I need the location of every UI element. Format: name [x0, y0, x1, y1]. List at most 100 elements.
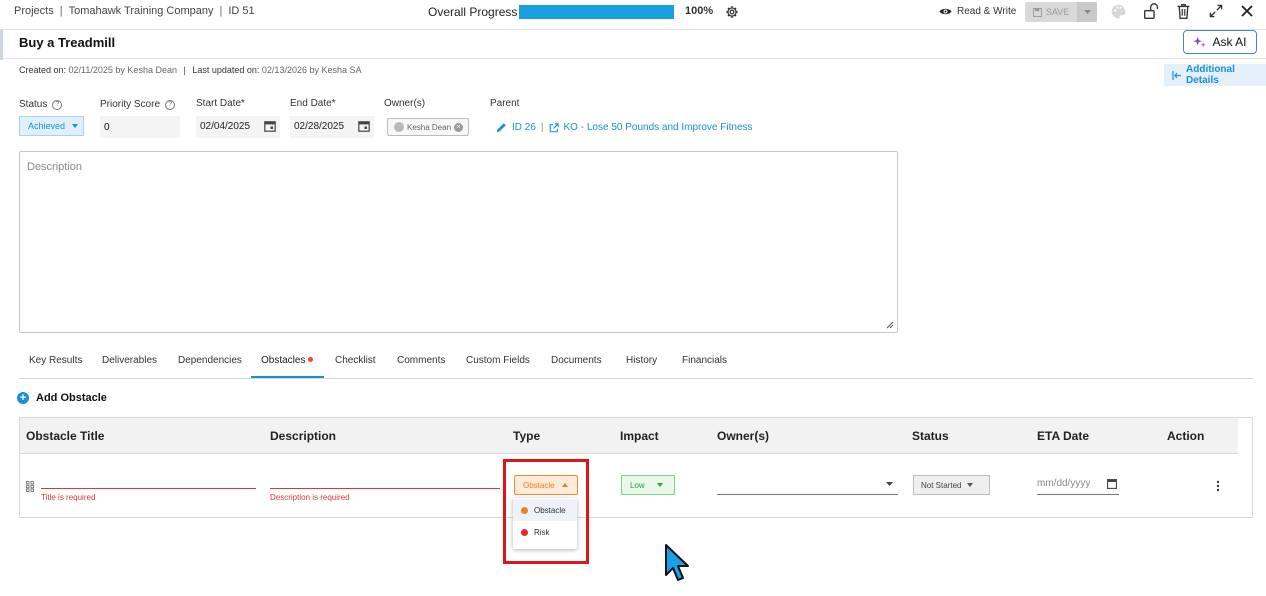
expand-icon[interactable] [1208, 3, 1224, 19]
tab-dependencies[interactable]: Dependencies [178, 355, 242, 366]
status-label: Status? [19, 99, 63, 110]
obstacle-status-select[interactable]: Not Started [913, 475, 990, 495]
calendar-icon[interactable] [264, 120, 276, 132]
page-title[interactable]: Buy a Treadmill [19, 35, 115, 50]
parent-link-group: ID 26 | KO - Lose 50 Pounds and Improve … [496, 122, 753, 133]
chevron-down-icon [1083, 10, 1091, 14]
save-label: SAVE [1045, 7, 1070, 17]
tab-financials[interactable]: Financials [682, 355, 727, 366]
tab-deliverables[interactable]: Deliverables [102, 355, 157, 366]
obstacle-description-input[interactable] [270, 488, 500, 489]
help-icon[interactable]: ? [52, 99, 63, 110]
avatar [394, 122, 404, 132]
parent-link[interactable]: KO - Lose 50 Pounds and Improve Fitness [564, 122, 753, 133]
obstacle-title-input[interactable] [41, 488, 256, 489]
created-value: 02/11/2025 by Kesha Dean [68, 65, 177, 75]
column-header: Status [912, 429, 949, 443]
sparkle-icon [1193, 36, 1207, 49]
progress-fill [519, 5, 674, 19]
resize-handle-icon[interactable] [886, 321, 894, 329]
active-tab-indicator [251, 376, 324, 378]
overall-progress-value: 100% [685, 5, 714, 17]
breadcrumb-projects[interactable]: Projects [14, 5, 54, 17]
pencil-icon[interactable] [496, 122, 507, 133]
updated-value: 02/13/2026 by Kesha SA [261, 65, 362, 75]
alert-dot [308, 357, 314, 362]
save-dropdown-button[interactable] [1077, 2, 1097, 22]
eta-date-input[interactable]: mm/dd/yyyy [1037, 478, 1090, 489]
column-header: Action [1167, 429, 1205, 443]
end-date-input[interactable]: 02/28/2025 [290, 116, 374, 138]
end-date-value: 02/28/2025 [294, 121, 345, 132]
add-obstacle-button[interactable]: + Add Obstacle [17, 392, 107, 404]
impact-select[interactable]: Low [621, 475, 675, 495]
calendar-icon[interactable] [1107, 478, 1117, 489]
priority-score-input[interactable]: 0 [100, 116, 180, 138]
column-header: ETA Date [1037, 429, 1090, 443]
caret-down-icon [967, 483, 974, 487]
obstacles-table: Obstacle Title Description Type Impact O… [19, 417, 1253, 518]
access-label: Read & Write [957, 6, 1017, 17]
column-header: Impact [620, 429, 659, 443]
calendar-icon[interactable] [358, 120, 370, 132]
highlight-box [503, 459, 589, 564]
trash-icon[interactable] [1175, 3, 1192, 20]
parent-id[interactable]: ID 26 [512, 122, 536, 133]
description-textarea[interactable]: Description [19, 151, 898, 333]
owners-label: Owner(s) [384, 98, 426, 109]
eye-icon [939, 7, 952, 16]
parent-label: Parent [490, 98, 520, 109]
start-date-input[interactable]: 02/04/2025 [196, 116, 280, 138]
column-header: Obstacle Title [26, 429, 105, 443]
tab-checklist[interactable]: Checklist [335, 355, 376, 366]
tab-history[interactable]: History [626, 355, 657, 366]
breadcrumb: Projects | Tomahawk Training Company | ID 51 [14, 5, 255, 17]
priority-label: Priority Score? [100, 99, 176, 110]
tab-custom-fields[interactable]: Custom Fields [466, 355, 530, 366]
gear-icon[interactable] [725, 5, 739, 19]
close-icon[interactable] [1240, 3, 1254, 19]
mouse-cursor [664, 543, 692, 583]
additional-details-button[interactable]: Additional Details [1164, 64, 1266, 86]
tab-obstacles[interactable]: Obstacles [261, 355, 314, 366]
obstacle-owners-select[interactable] [717, 494, 898, 495]
obstacle-status-value: Not Started [921, 480, 962, 490]
additional-details-label: Additional Details [1186, 64, 1235, 86]
plus-icon: + [17, 392, 29, 404]
owner-chip-label: Kesha Dean [407, 122, 452, 132]
unlock-icon[interactable] [1143, 3, 1160, 20]
caret-down-icon [72, 124, 79, 128]
table-header: Obstacle Title Description Type Impact O… [20, 418, 1238, 454]
caret-down-icon[interactable] [886, 482, 893, 486]
drag-handle-icon[interactable] [26, 481, 34, 492]
tab-key-results[interactable]: Key Results [29, 355, 82, 366]
external-link-icon[interactable] [549, 122, 559, 133]
status-select[interactable]: Achieved [19, 116, 84, 136]
title-error: Title is required [41, 493, 96, 502]
ask-ai-button[interactable]: Ask AI [1183, 30, 1257, 54]
add-obstacle-label: Add Obstacle [36, 392, 107, 404]
more-vertical-icon[interactable] [1216, 480, 1220, 492]
overall-progress-bar [519, 5, 674, 19]
remove-chip-icon[interactable]: × [454, 122, 464, 132]
record-meta: Created on: 02/11/2025 by Kesha Dean | L… [19, 65, 362, 75]
column-header: Description [270, 429, 337, 443]
breadcrumb-id: ID 51 [228, 5, 255, 17]
breadcrumb-company[interactable]: Tomahawk Training Company [69, 5, 214, 17]
ask-ai-label: Ask AI [1212, 35, 1247, 49]
help-icon[interactable]: ? [165, 99, 176, 110]
column-header: Type [513, 429, 541, 443]
impact-value: Low [630, 480, 645, 490]
save-icon [1032, 7, 1042, 17]
overall-progress-label: Overall Progress [428, 5, 518, 19]
tab-documents[interactable]: Documents [551, 355, 602, 366]
save-button[interactable]: SAVE [1025, 2, 1077, 22]
access-mode[interactable]: Read & Write [939, 6, 1016, 17]
title-bar [0, 29, 1266, 60]
description-placeholder: Description [27, 161, 83, 173]
palette-icon[interactable] [1110, 3, 1127, 20]
tab-comments[interactable]: Comments [397, 355, 445, 366]
owners-select[interactable]: Kesha Dean × [387, 118, 469, 136]
caret-down-icon [656, 483, 663, 487]
description-error: Description is required [270, 493, 350, 502]
